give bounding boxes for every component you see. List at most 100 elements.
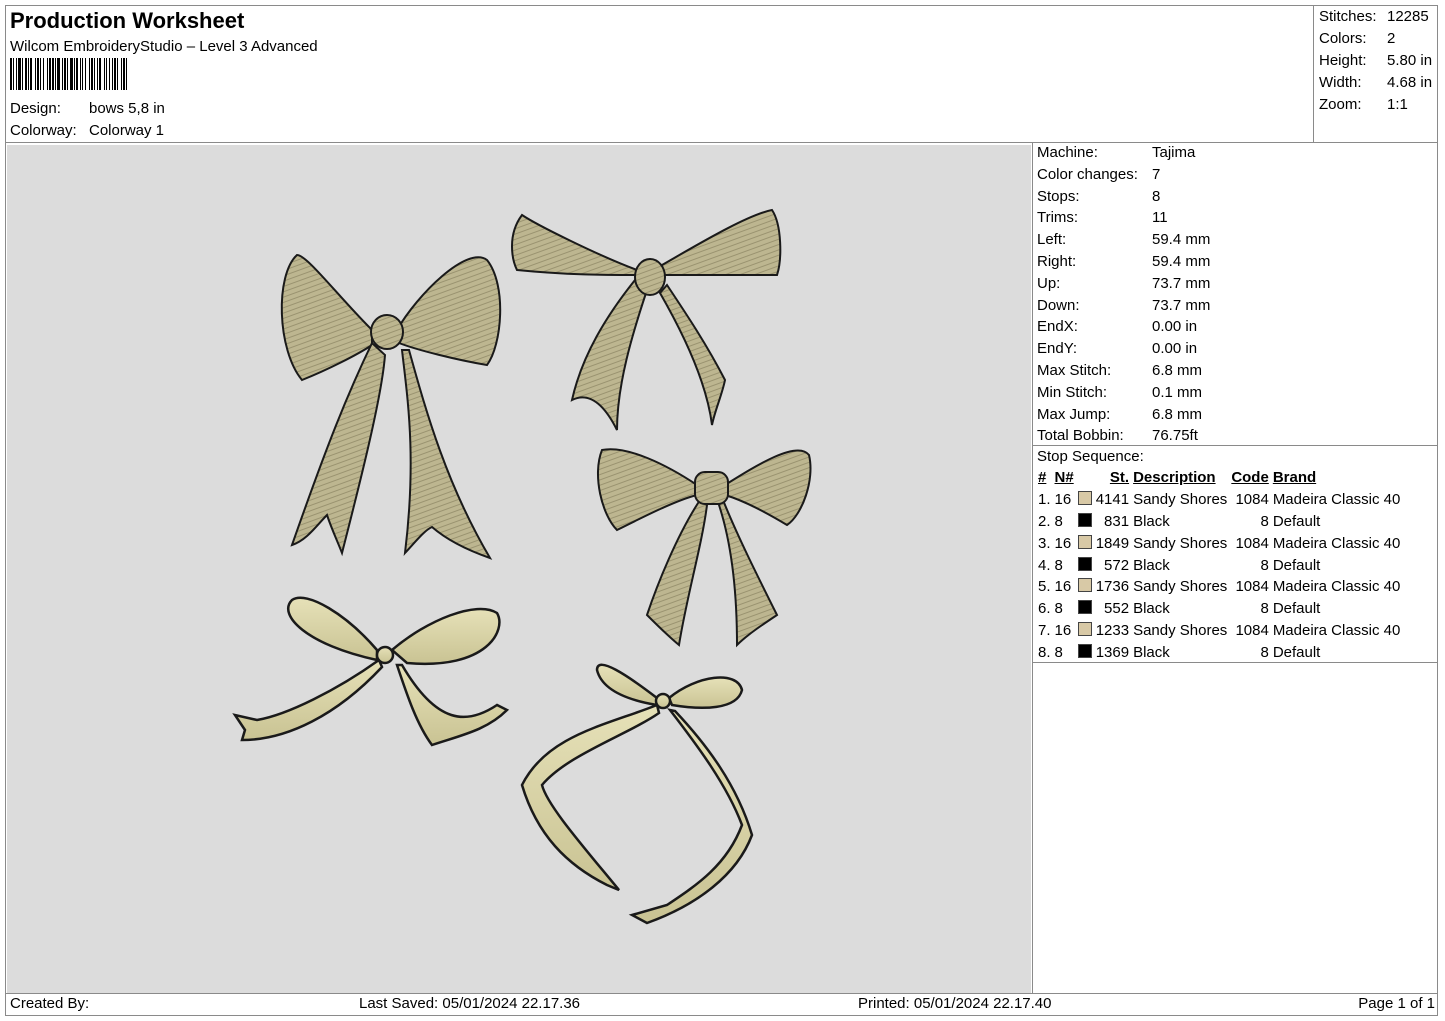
seq-code: 1084	[1235, 534, 1269, 552]
col-needle: N#	[1054, 469, 1074, 487]
seq-description: Black	[1133, 643, 1170, 661]
machine-info-label: Trims:	[1037, 209, 1079, 227]
summary-value: 2	[1387, 30, 1396, 47]
design-label: Design:	[10, 100, 61, 117]
seq-swatch	[1076, 641, 1094, 663]
created-by: Created By:	[10, 995, 90, 1012]
summary-label: Stitches:	[1319, 8, 1377, 25]
machine-info-label: Max Jump:	[1037, 405, 1111, 423]
machine-info-label: Stops:	[1037, 187, 1080, 205]
header-divider	[5, 142, 1438, 143]
stop-sequence-table: # N# St. Description Code Brand 1. 16 4141…	[1036, 467, 1402, 663]
color-swatch	[1077, 600, 1092, 615]
seq-code: 1084	[1235, 621, 1269, 639]
machine-info-value: 8	[1152, 187, 1161, 205]
seq-stitches: 831	[1104, 512, 1130, 530]
seq-stitches: 1233	[1095, 621, 1130, 639]
seq-swatch	[1076, 532, 1094, 554]
seq-code: 8	[1260, 512, 1269, 530]
machine-info-value: 7	[1152, 165, 1161, 183]
table-row: 7. 16 1233 Sandy Shores 1084 Madeira Classic …	[1036, 620, 1402, 642]
seq-needle: 16	[1054, 621, 1072, 639]
seq-index: 4.	[1038, 556, 1051, 574]
seq-stitches: 1849	[1095, 534, 1130, 552]
machine-info-value: 0.00 in	[1152, 340, 1198, 358]
seq-swatch	[1076, 511, 1094, 533]
seq-stitches: 1369	[1095, 643, 1130, 661]
summary-label: Zoom:	[1319, 96, 1362, 113]
seq-description: Sandy Shores	[1133, 621, 1228, 639]
seq-code: 8	[1260, 556, 1269, 574]
bows-artwork	[232, 208, 812, 925]
seq-stitches: 552	[1104, 600, 1130, 618]
design-value: bows 5,8 in	[89, 100, 165, 117]
machine-info-value: 59.4 mm	[1152, 231, 1211, 249]
side-panel-divider	[1032, 142, 1033, 994]
color-swatch	[1077, 534, 1092, 549]
seq-description: Black	[1133, 512, 1170, 530]
summary-value: 1:1	[1387, 96, 1408, 113]
machine-info-label: EndY:	[1037, 340, 1078, 358]
summary-divider	[1313, 5, 1314, 142]
printed-date: Printed: 05/01/2024 22.17.40	[858, 995, 1052, 1012]
summary-value: 5.80 in	[1387, 52, 1433, 69]
machine-info-label: Machine:	[1037, 144, 1098, 161]
colorway-value: Colorway 1	[89, 122, 165, 139]
page-number: Page 1 of 1	[1358, 995, 1435, 1012]
machine-info-value: 0.00 in	[1152, 318, 1198, 336]
seq-index: 8.	[1038, 643, 1051, 661]
seq-brand: Default	[1272, 556, 1321, 574]
seq-index: 1.	[1038, 491, 1051, 509]
seq-stitches: 572	[1104, 556, 1130, 574]
seq-index: 5.	[1038, 578, 1051, 596]
seq-code: 1084	[1235, 578, 1269, 596]
summary-label: Width:	[1319, 74, 1362, 91]
machine-info-label: Up:	[1037, 274, 1061, 292]
summary-label: Colors:	[1319, 30, 1367, 47]
machine-info-value: 73.7 mm	[1152, 274, 1211, 292]
seq-needle: 16	[1054, 534, 1072, 552]
footer-divider	[5, 993, 1438, 994]
seq-stitches: 4141	[1095, 491, 1130, 509]
color-swatch	[1077, 556, 1092, 571]
machine-info-value: 11	[1152, 209, 1168, 227]
seq-brand: Madeira Classic 40	[1272, 491, 1401, 509]
color-swatch	[1077, 643, 1092, 658]
seq-needle: 8	[1054, 512, 1063, 530]
seq-swatch	[1076, 489, 1094, 511]
seq-description: Sandy Shores	[1133, 534, 1228, 552]
bow-5	[520, 663, 754, 925]
seq-needle: 8	[1054, 556, 1063, 574]
machine-info-value: 59.4 mm	[1152, 253, 1211, 270]
col-description: Description	[1133, 469, 1216, 487]
seq-index: 2.	[1038, 512, 1051, 530]
seq-description: Black	[1133, 556, 1170, 574]
seq-swatch	[1076, 620, 1094, 642]
colorway-label: Colorway:	[10, 122, 77, 139]
seq-code: 1084	[1235, 491, 1269, 509]
table-header-row: # N# St. Description Code Brand	[1036, 467, 1402, 489]
page-title: Production Worksheet	[10, 8, 245, 33]
seq-brand: Madeira Classic 40	[1272, 578, 1401, 596]
table-row: 6. 8 552 Black 8 Default	[1036, 598, 1402, 620]
table-row: 1. 16 4141 Sandy Shores 1084 Madeira Classic …	[1036, 489, 1402, 511]
machine-info-label: EndX:	[1037, 318, 1078, 336]
seq-swatch	[1076, 598, 1094, 620]
col-code: Code	[1231, 469, 1269, 487]
summary-value: 4.68 in	[1387, 74, 1433, 91]
seq-index: 7.	[1038, 621, 1051, 639]
stop-sequence-title: Stop Sequence:	[1037, 448, 1144, 465]
machine-info-label: Max Stitch:	[1037, 362, 1112, 379]
bow-4	[232, 596, 510, 747]
barcode	[10, 58, 127, 90]
seq-index: 6.	[1038, 600, 1051, 618]
color-swatch	[1077, 621, 1092, 636]
machine-info-label: Total Bobbin:	[1037, 427, 1124, 445]
seq-description: Black	[1133, 600, 1170, 618]
machine-info-value: 76.75ft	[1152, 427, 1198, 445]
machine-divider	[1032, 445, 1438, 446]
table-row: 4. 8 572 Black 8 Default	[1036, 554, 1402, 576]
color-swatch	[1077, 578, 1092, 593]
seq-stitches: 1736	[1095, 578, 1130, 596]
bow-2	[511, 208, 782, 431]
